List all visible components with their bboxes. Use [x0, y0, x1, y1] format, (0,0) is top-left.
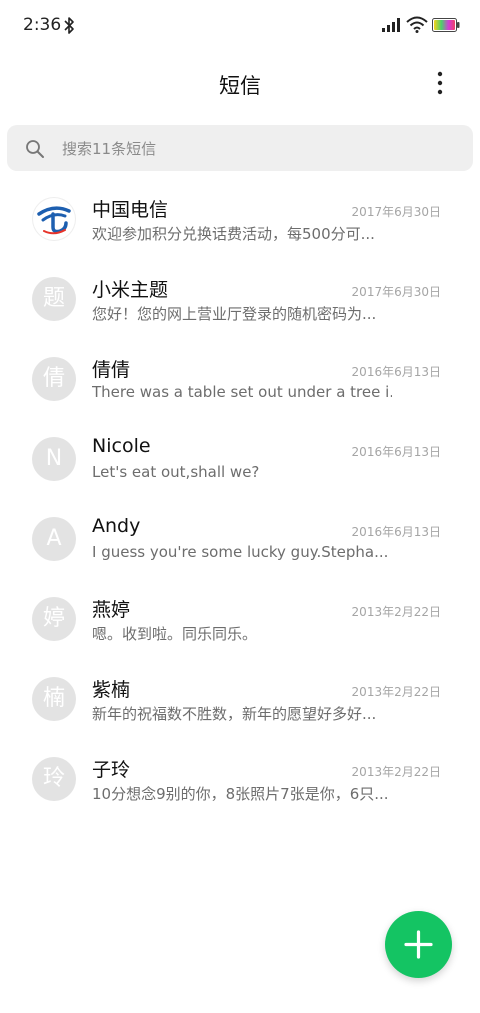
china-telecom-logo-icon: [32, 197, 76, 241]
message-preview: 欢迎参加积分兑换话费活动，每500分可...: [92, 225, 375, 243]
sender-name: Nicole: [92, 435, 151, 457]
message-date: 2016年6月13日: [351, 445, 441, 459]
message-date: 2013年2月22日: [351, 765, 441, 779]
sender-name: 子玲: [92, 759, 131, 781]
message-list: 中国电信 欢迎参加积分兑换话费活动，每500分可... 2017年6月30日 题…: [0, 166, 480, 806]
avatar: 题: [32, 277, 76, 321]
message-item[interactable]: 中国电信 欢迎参加积分兑换话费活动，每500分可... 2017年6月30日: [0, 166, 480, 246]
avatar: 倩: [32, 357, 76, 401]
new-message-button[interactable]: [385, 911, 452, 978]
search-icon: [26, 140, 44, 158]
message-preview: There was a table set out under a tree i…: [92, 383, 392, 401]
message-preview: Let's eat out,shall we?: [92, 463, 260, 481]
avatar: N: [32, 437, 76, 481]
sender-name: 中国电信: [92, 199, 169, 221]
sender-name: 燕婷: [92, 599, 131, 621]
signal-icon: [382, 18, 400, 32]
message-preview: 10分想念9别的你，8张照片7张是你，6只...: [92, 785, 389, 803]
avatar: A: [32, 517, 76, 561]
message-item[interactable]: 楠 紫楠 新年的祝福数不胜数，新年的愿望好多好... 2013年2月22日: [0, 646, 480, 726]
message-preview: 您好！您的网上营业厅登录的随机密码为...: [92, 305, 377, 323]
message-date: 2016年6月13日: [351, 525, 441, 539]
message-item[interactable]: 婷 燕婷 嗯。收到啦。同乐同乐。 2013年2月22日: [0, 566, 480, 646]
message-date: 2013年2月22日: [351, 605, 441, 619]
message-item[interactable]: 玲 子玲 10分想念9别的你，8张照片7张是你，6只... 2013年2月22日: [0, 726, 480, 806]
plus-icon: [404, 930, 433, 959]
sender-name: 倩倩: [92, 359, 131, 381]
avatar: 玲: [32, 757, 76, 801]
message-item[interactable]: 倩 倩倩 There was a table set out under a t…: [0, 326, 480, 406]
sender-name: 紫楠: [92, 679, 131, 701]
message-item[interactable]: 题 小米主题 您好！您的网上营业厅登录的随机密码为... 2017年6月30日: [0, 246, 480, 326]
sender-name: 小米主题: [92, 279, 169, 301]
avatar: 楠: [32, 677, 76, 721]
sender-name: Andy: [92, 515, 141, 537]
status-bar: 2:36: [0, 0, 480, 52]
message-date: 2017年6月30日: [351, 285, 441, 299]
more-vertical-icon[interactable]: [426, 70, 454, 98]
avatar: 婷: [32, 597, 76, 641]
status-time: 2:36: [23, 15, 62, 35]
message-item[interactable]: N Nicole Let's eat out,shall we? 2016年6月…: [0, 406, 480, 486]
message-item[interactable]: A Andy I guess you're some lucky guy.Ste…: [0, 486, 480, 566]
bluetooth-icon: [64, 17, 74, 34]
message-date: 2017年6月30日: [351, 205, 441, 219]
search-input[interactable]: 搜索11条短信: [62, 138, 156, 159]
message-preview: 新年的祝福数不胜数，新年的愿望好多好...: [92, 705, 377, 723]
message-preview: 嗯。收到啦。同乐同乐。: [92, 625, 258, 643]
message-date: 2016年6月13日: [351, 365, 441, 379]
message-date: 2013年2月22日: [351, 685, 441, 699]
page-title: 短信: [219, 74, 261, 98]
wifi-icon: [406, 16, 428, 33]
message-preview: I guess you're some lucky guy.Stepha...: [92, 543, 389, 561]
search-bar[interactable]: 搜索11条短信: [7, 125, 473, 171]
battery-icon: [432, 18, 460, 32]
